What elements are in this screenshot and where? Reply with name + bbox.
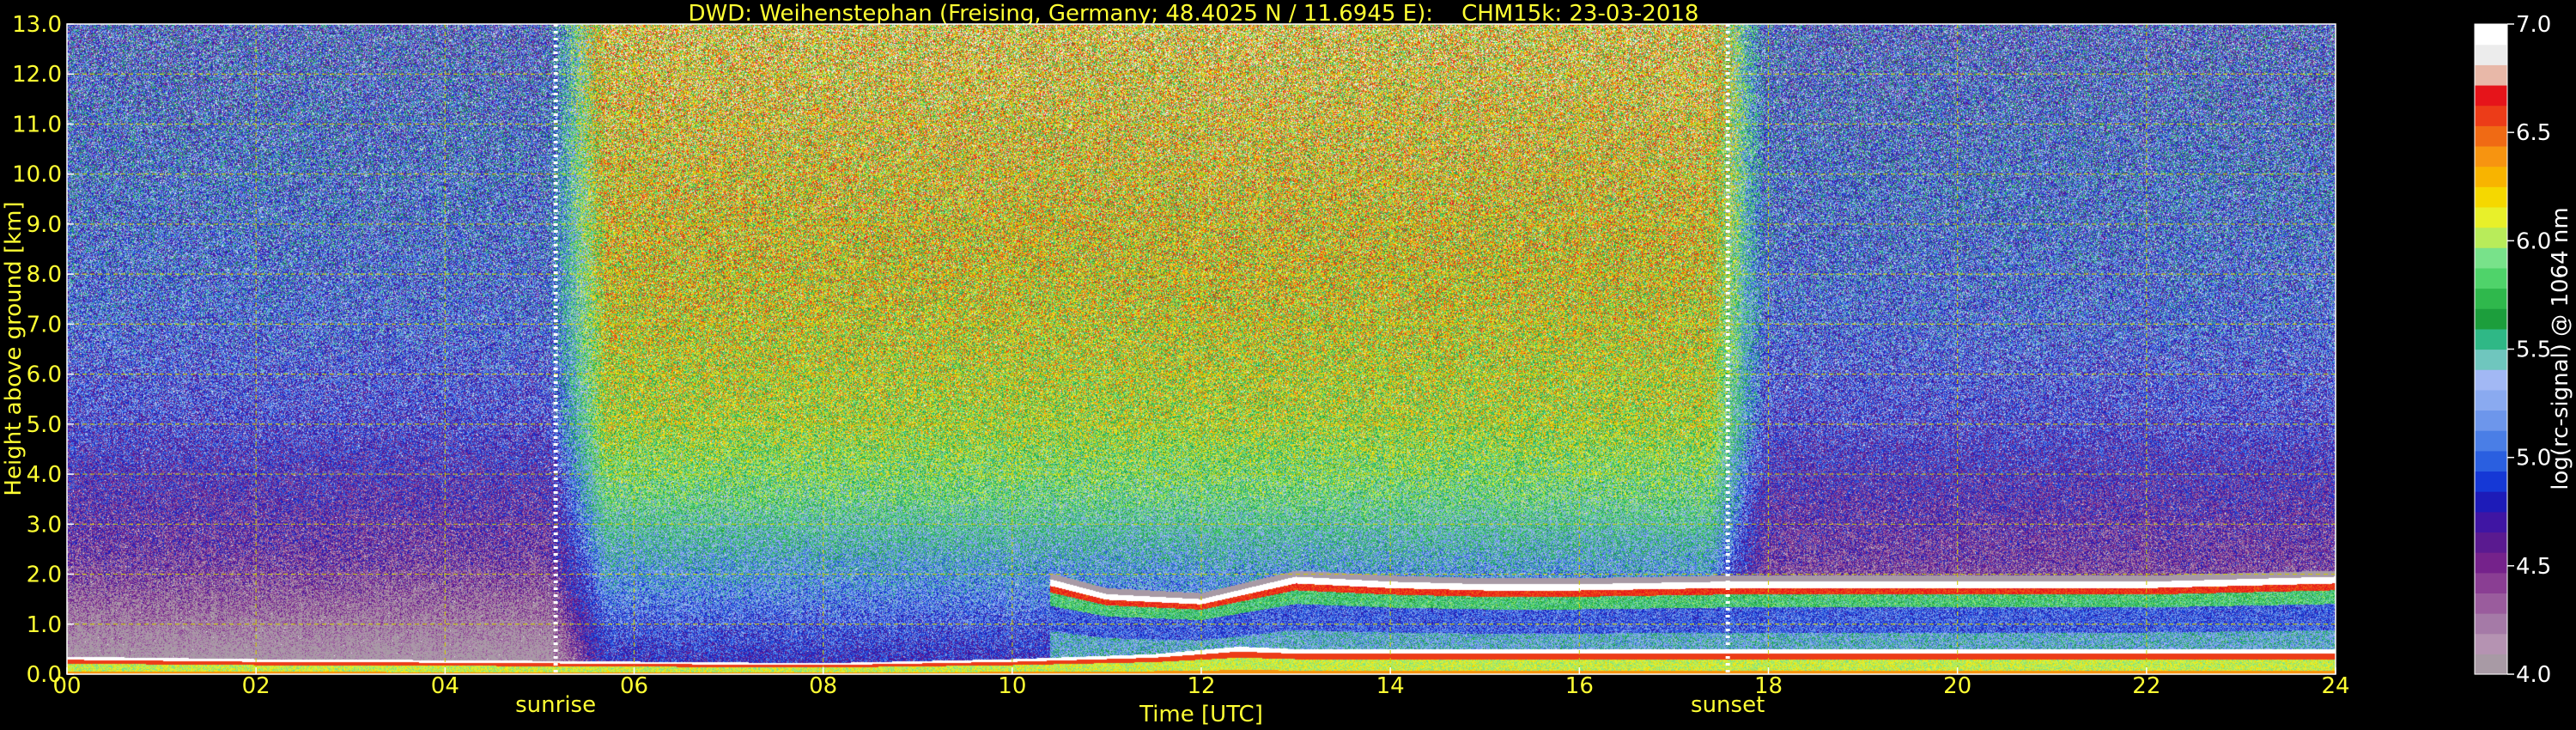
x-tick-label: 22	[2132, 673, 2160, 699]
chart-title: DWD: Weihenstephan (Freising, Germany; 4…	[689, 1, 1699, 27]
x-tick-label: 06	[620, 673, 648, 699]
colorbar-label: log(rc-signal) @ 1064 nm	[2548, 207, 2573, 490]
colorbar-segment	[2475, 288, 2507, 309]
y-tick-label: 0.0	[27, 662, 62, 688]
colorbar-segment	[2475, 532, 2507, 553]
y-tick-label: 3.0	[27, 512, 62, 538]
x-tick-label: 20	[1943, 673, 1971, 699]
colorbar-segment	[2475, 450, 2507, 472]
colorbar-segment	[2475, 633, 2507, 654]
colorbar-segment	[2475, 125, 2507, 147]
y-tick-label: 7.0	[27, 312, 62, 338]
y-tick-label: 8.0	[27, 262, 62, 288]
x-tick-label: 02	[242, 673, 270, 699]
y-tick-label: 12.0	[12, 62, 62, 88]
colorbar-segment	[2475, 328, 2507, 350]
colorbar-segment	[2475, 511, 2507, 533]
colorbar-segment	[2475, 369, 2507, 391]
colorbar-tick-label: 6.5	[2516, 120, 2551, 146]
x-tick-label: 14	[1376, 673, 1405, 699]
colorbar-tick-label: 6.0	[2516, 228, 2551, 254]
colorbar-segment	[2475, 389, 2507, 411]
colorbar-tick-label: 4.0	[2516, 662, 2551, 688]
colorbar-segment	[2475, 430, 2507, 452]
colorbar-segment	[2475, 227, 2507, 248]
colorbar	[2474, 23, 2508, 675]
colorbar-segment	[2475, 491, 2507, 513]
colorbar-tick-label: 5.5	[2516, 338, 2551, 363]
colorbar-segment	[2475, 206, 2507, 228]
x-tick-label: 16	[1565, 673, 1594, 699]
colorbar-segment	[2475, 64, 2507, 86]
colorbar-segment	[2475, 44, 2507, 65]
colorbar-segment	[2475, 308, 2507, 330]
x-tick-label: 24	[2321, 673, 2349, 699]
x-tick-label: 08	[809, 673, 837, 699]
y-tick-label: 9.0	[27, 212, 62, 238]
colorbar-segment	[2475, 471, 2507, 492]
y-tick-label: 13.0	[12, 12, 62, 38]
colorbar-segment	[2475, 267, 2507, 289]
y-tick-label: 10.0	[12, 162, 62, 188]
colorbar-segment	[2475, 654, 2507, 675]
colorbar-segment	[2475, 349, 2507, 370]
sunrise-label: sunrise	[515, 692, 596, 718]
colorbar-segment	[2475, 410, 2507, 431]
y-axis-label: Height above ground [km]	[1, 201, 27, 496]
colorbar-segment	[2475, 24, 2507, 46]
x-tick-label: 04	[431, 673, 459, 699]
ceilometer-figure: DWD: Weihenstephan (Freising, Germany; 4…	[0, 0, 2576, 730]
colorbar-segment	[2475, 105, 2507, 126]
colorbar-tick-label: 7.0	[2516, 12, 2551, 38]
colorbar-segment	[2475, 84, 2507, 106]
y-tick-label: 11.0	[12, 112, 62, 137]
x-tick-label: 12	[1187, 673, 1215, 699]
colorbar-segment	[2475, 593, 2507, 614]
colorbar-segment	[2475, 166, 2507, 187]
colorbar-segment	[2475, 145, 2507, 167]
y-tick-label: 2.0	[27, 563, 62, 588]
y-tick-label: 5.0	[27, 412, 62, 438]
x-tick-label: 18	[1754, 673, 1783, 699]
colorbar-segment	[2475, 572, 2507, 593]
y-tick-label: 6.0	[27, 362, 62, 388]
y-tick-label: 4.0	[27, 462, 62, 488]
colorbar-segment	[2475, 552, 2507, 574]
x-tick-label: 10	[998, 673, 1026, 699]
y-tick-label: 1.0	[27, 612, 62, 638]
colorbar-tick-label: 4.5	[2516, 554, 2551, 580]
colorbar-segment	[2475, 186, 2507, 208]
colorbar-segment	[2475, 247, 2507, 269]
x-axis-label: Time [UTC]	[1139, 702, 1263, 727]
colorbar-segment	[2475, 613, 2507, 635]
colorbar-tick-label: 5.0	[2516, 446, 2551, 471]
